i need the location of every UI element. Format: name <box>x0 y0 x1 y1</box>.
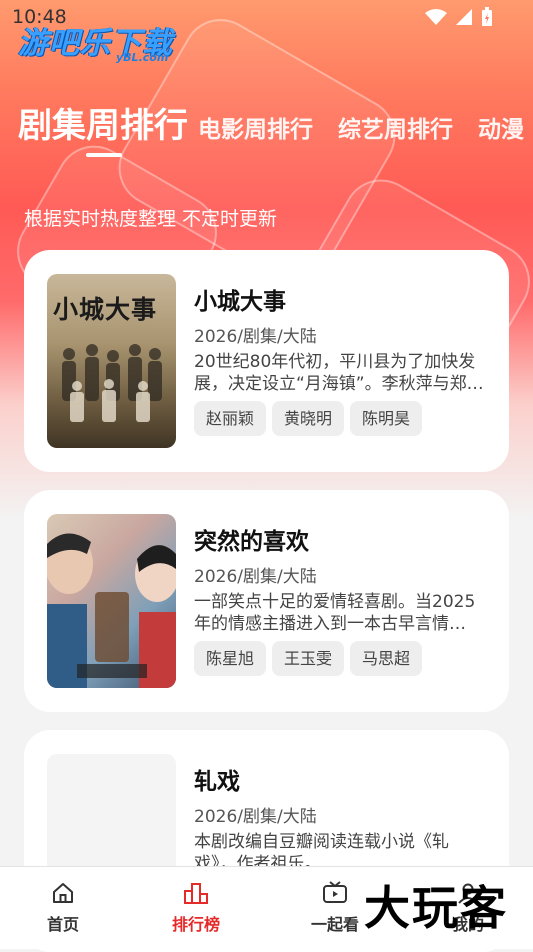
cast-tags: 赵丽颖 黄晓明 陈明昊 <box>194 401 423 436</box>
ranking-subtitle: 根据实时热度整理 不定时更新 <box>24 208 278 230</box>
tab-movie-weekly[interactable]: 电影周排行 <box>198 110 313 144</box>
card-meta: 2026/剧集/大陆 <box>194 567 317 587</box>
rank-icon <box>184 883 208 904</box>
card-title: 突然的喜欢 <box>194 529 309 555</box>
tabbar-label: 一起看 <box>310 915 359 934</box>
tv-icon <box>323 881 347 903</box>
cast-tag[interactable]: 黄晓明 <box>272 401 345 436</box>
tab-drama-weekly[interactable]: 剧集周排行 <box>18 98 188 147</box>
active-tab-indicator <box>86 153 122 157</box>
drama-card[interactable]: 小城大事 小城大事 2026/剧集/大陆 20世纪80年代初，平川县为了加快发展… <box>24 250 509 472</box>
poster-figures <box>62 344 162 422</box>
tab-anime-weekly[interactable]: 动漫 <box>478 110 524 144</box>
tabbar-label: 首页 <box>46 915 79 934</box>
logo-domain: yBL.com <box>116 51 169 64</box>
cast-tag[interactable]: 陈明昊 <box>350 401 423 436</box>
tabbar-item-watch-together[interactable]: 一起看 <box>295 881 375 935</box>
ranking-tabs: 剧集周排行 电影周排行 综艺周排行 动漫 <box>18 98 533 147</box>
tabbar-item-rank[interactable]: 排行榜 <box>156 881 236 935</box>
battery-icon <box>482 7 492 26</box>
tabbar-item-home[interactable]: 首页 <box>23 881 103 935</box>
card-meta: 2026/剧集/大陆 <box>194 327 317 347</box>
tab-variety-weekly[interactable]: 综艺周排行 <box>338 110 453 144</box>
signal-icon <box>456 9 472 25</box>
card-meta: 2026/剧集/大陆 <box>194 807 317 827</box>
card-description: 20世纪80年代初，平川县为了加快发展，决定设立“月海镇”。李秋萍与郑… <box>194 352 484 394</box>
status-icons <box>425 7 493 27</box>
tabbar-label: 排行榜 <box>171 915 220 934</box>
cast-tag[interactable]: 陈星旭 <box>194 641 267 676</box>
card-description: 一部笑点十足的爱情轻喜剧。当2025年的情感主播进入到一本古早言情… <box>194 592 476 634</box>
poster-image: 小城大事 <box>47 274 176 448</box>
poster-figures <box>47 533 176 688</box>
card-title: 小城大事 <box>194 289 286 315</box>
cast-tags: 陈星旭 王玉雯 马思超 <box>194 641 423 676</box>
cast-tag[interactable]: 赵丽颖 <box>194 401 267 436</box>
cast-tag[interactable]: 王玉雯 <box>272 641 345 676</box>
home-icon <box>53 883 73 903</box>
poster-image <box>47 514 176 688</box>
drama-card[interactable]: 突然的喜欢 2026/剧集/大陆 一部笑点十足的爱情轻喜剧。当2025年的情感主… <box>24 490 509 712</box>
cast-tag[interactable]: 马思超 <box>350 641 423 676</box>
app-logo: 游吧乐下载 yBL.com <box>18 18 173 64</box>
watermark-text: 大玩客 <box>364 881 508 935</box>
card-title: 轧戏 <box>194 769 240 795</box>
wifi-icon <box>425 9 447 25</box>
